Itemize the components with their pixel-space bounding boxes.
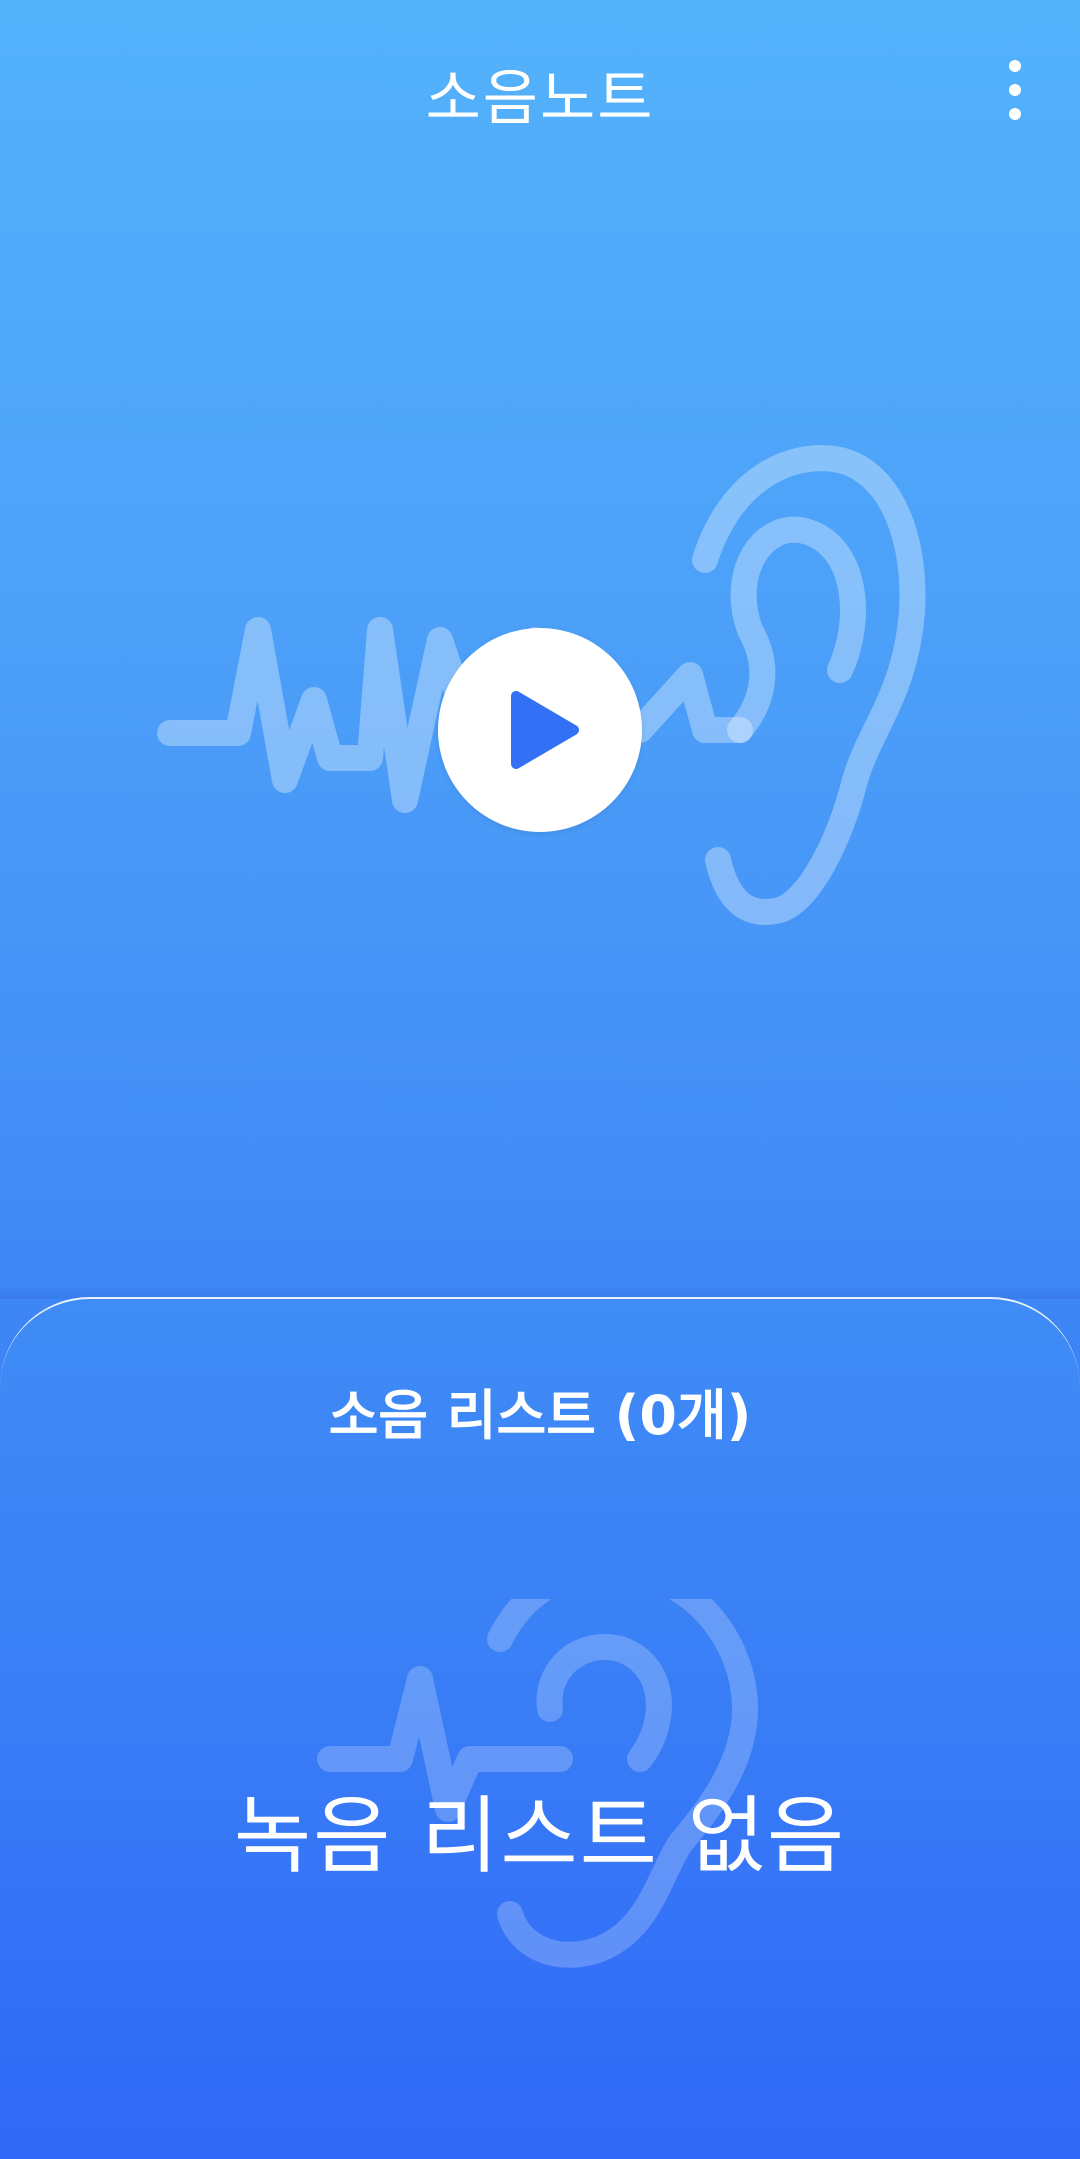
play-button[interactable]: [438, 628, 642, 832]
app-bar: 소음노트: [0, 0, 1080, 180]
play-icon: [511, 691, 579, 769]
empty-list-message: 녹음 리스트 없음: [233, 1787, 847, 1885]
app-title: 소음노트: [425, 64, 655, 134]
more-vertical-icon-dot: [1009, 84, 1021, 96]
noise-list-sheet: 소음 리스트 (0개) 녹음 리스트 없음: [0, 1297, 1080, 2159]
noise-list-title: 소음 리스트 (0개): [328, 1384, 752, 1447]
more-options-button[interactable]: [990, 50, 1040, 130]
more-vertical-icon: [1009, 60, 1021, 72]
more-vertical-icon-dot: [1009, 108, 1021, 120]
